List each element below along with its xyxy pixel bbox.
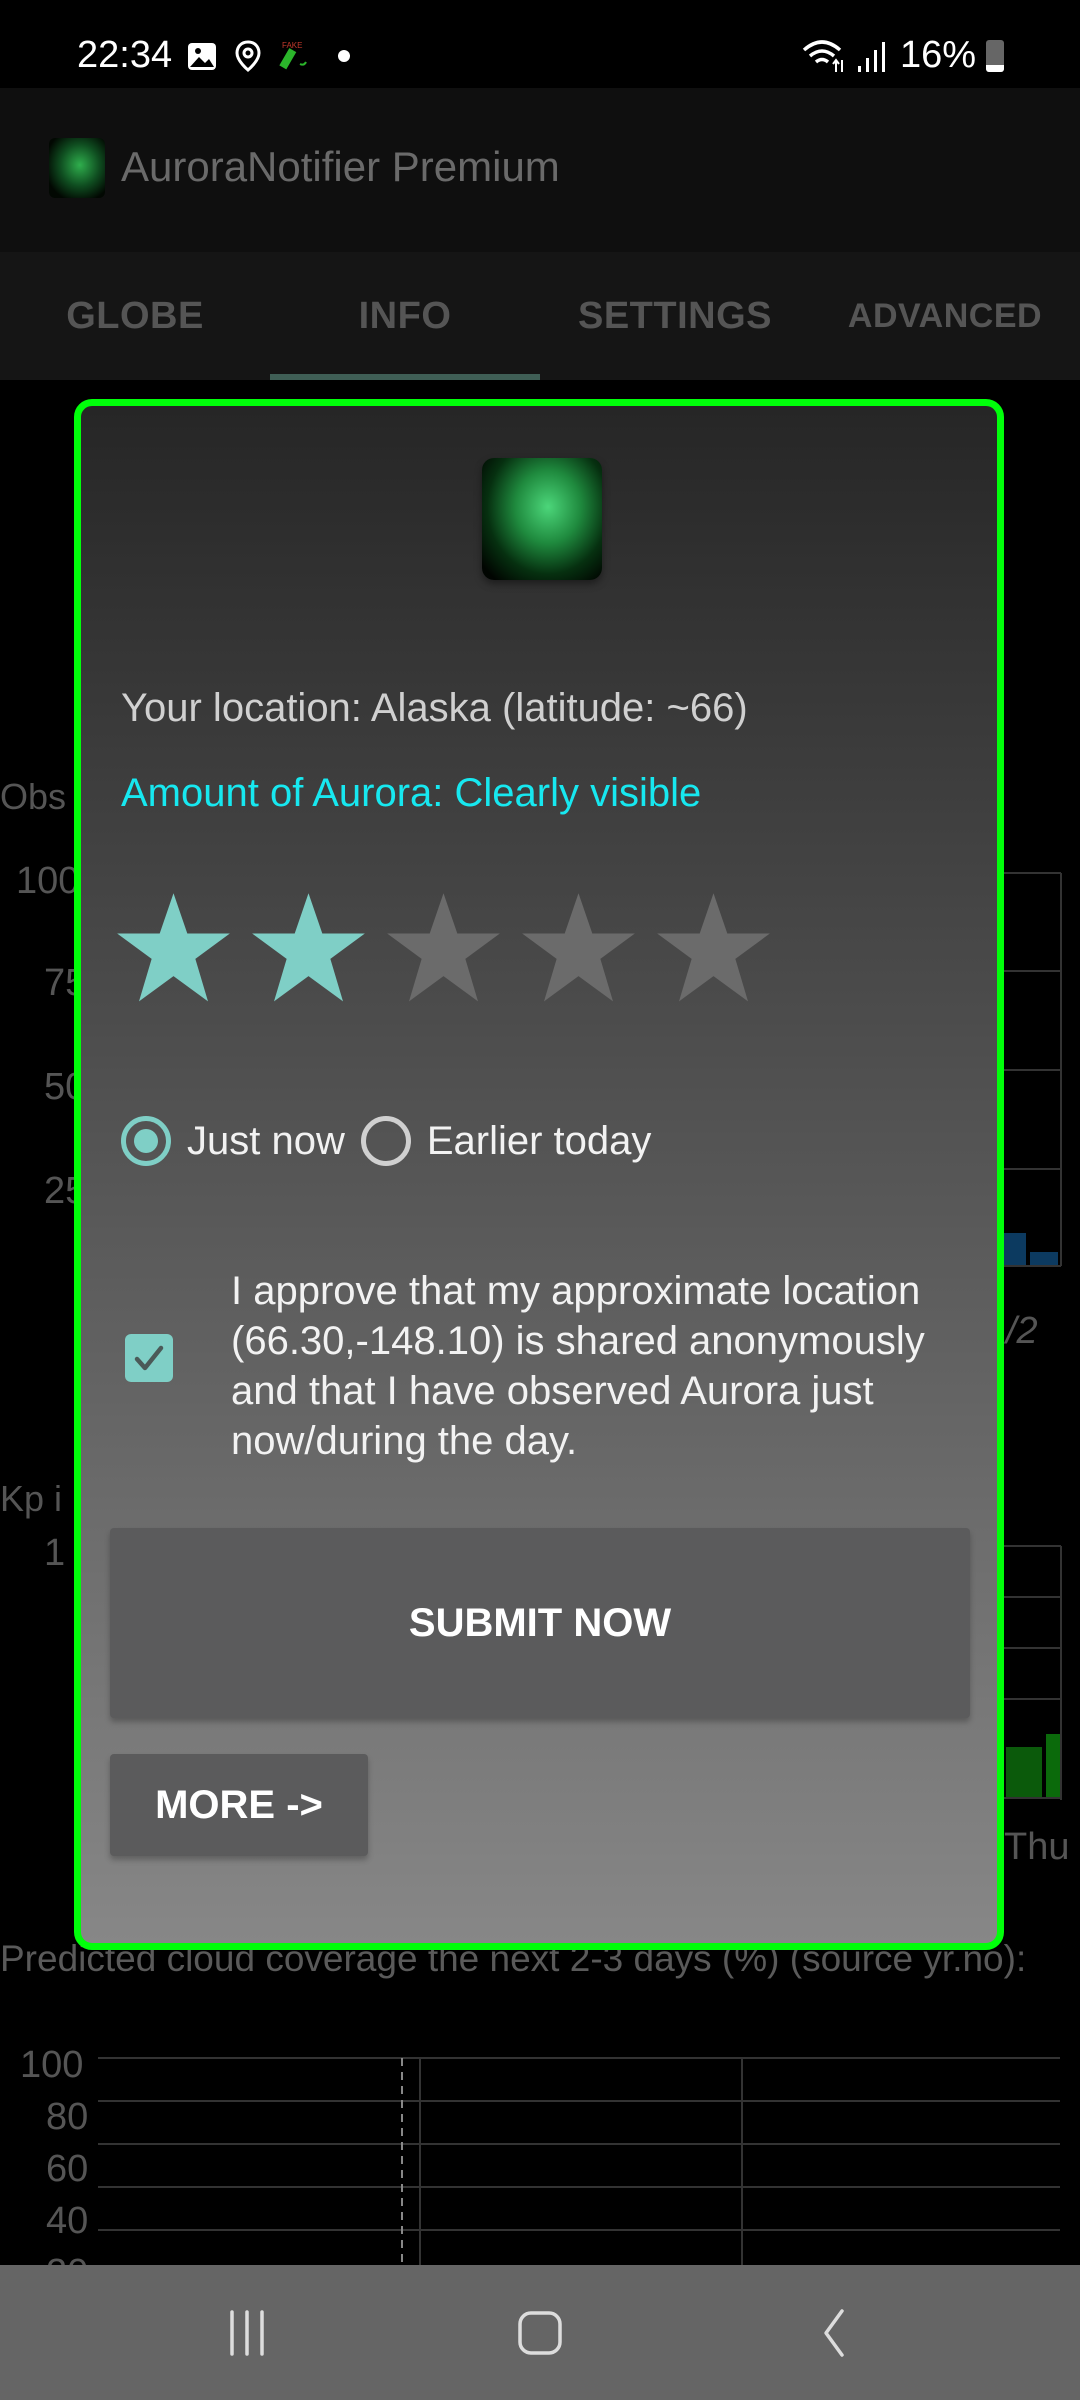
cloud-tick: 40 bbox=[46, 2200, 89, 2242]
star-empty-icon[interactable] bbox=[521, 891, 636, 1006]
checkmark-icon bbox=[134, 1345, 164, 1371]
status-time: 22:34 bbox=[77, 34, 173, 76]
star-filled-icon[interactable] bbox=[251, 891, 366, 1006]
kp-chart-title-fragment: Kp i bbox=[0, 1478, 63, 1519]
radio-earlier-today-label[interactable]: Earlier today bbox=[427, 1119, 652, 1164]
wifi-icon bbox=[802, 39, 843, 72]
cloud-tick: 60 bbox=[46, 2148, 89, 2190]
home-icon bbox=[518, 2310, 562, 2355]
cloud-chart bbox=[98, 2057, 1060, 2265]
submit-now-button[interactable]: SUBMIT NOW bbox=[110, 1528, 970, 1718]
app-bar: AuroraNotifier Premium bbox=[0, 88, 1080, 252]
app-logo-icon bbox=[49, 138, 105, 198]
obs-bar bbox=[1004, 1233, 1026, 1265]
notification-dot bbox=[338, 50, 350, 62]
fake-gps-satellite-icon: FAKE bbox=[279, 41, 307, 70]
status-bar: 22:34 FAKE 16% bbox=[0, 0, 1080, 88]
tab-settings[interactable]: SETTINGS bbox=[540, 252, 810, 380]
tab-globe[interactable]: GLOBE bbox=[0, 252, 270, 380]
cloud-tick: 80 bbox=[46, 2096, 89, 2138]
aurora-rating-bar[interactable] bbox=[116, 891, 771, 1006]
kp-day-fragment: Thu bbox=[1004, 1826, 1070, 1868]
kp-bar bbox=[1046, 1734, 1060, 1797]
battery-icon bbox=[986, 39, 1004, 72]
kp-chart-fragment bbox=[1004, 1545, 1062, 1800]
observation-time-radio-group: Just now Earlier today bbox=[121, 1116, 667, 1166]
gallery-icon bbox=[188, 43, 216, 70]
radio-just-now-label[interactable]: Just now bbox=[187, 1119, 345, 1164]
tab-info[interactable]: INFO bbox=[270, 252, 540, 380]
radio-just-now[interactable] bbox=[121, 1116, 171, 1166]
back-icon bbox=[824, 2308, 845, 2357]
consent-checkbox[interactable] bbox=[125, 1334, 173, 1382]
location-text: Your location: Alaska (latitude: ~66) bbox=[121, 686, 748, 730]
aurora-amount-text: Amount of Aurora: Clearly visible bbox=[121, 771, 702, 815]
tab-bar: GLOBE INFO SETTINGS ADVANCED bbox=[0, 252, 1080, 380]
back-button[interactable] bbox=[783, 2293, 883, 2373]
svg-text:FAKE: FAKE bbox=[282, 41, 302, 50]
system-nav-bar bbox=[0, 2265, 1080, 2400]
aurora-image-icon bbox=[482, 458, 602, 580]
star-filled-icon[interactable] bbox=[116, 891, 231, 1006]
kp-bar bbox=[1006, 1747, 1042, 1797]
cloud-tick: 100 bbox=[20, 2044, 84, 2086]
recent-apps-icon bbox=[229, 2309, 264, 2356]
obs-date-fragment: /2 bbox=[1006, 1310, 1038, 1352]
obs-tick: 100 bbox=[16, 860, 80, 902]
obs-bar bbox=[1030, 1252, 1058, 1265]
location-pin-icon bbox=[235, 40, 261, 72]
recent-apps-button[interactable] bbox=[197, 2293, 297, 2373]
radio-earlier-today[interactable] bbox=[360, 1116, 411, 1166]
status-icons-right: 16% bbox=[802, 34, 1004, 77]
signal-icon bbox=[857, 41, 885, 72]
app-title: AuroraNotifier Premium bbox=[121, 143, 560, 190]
kp-tick: 1 bbox=[44, 1532, 66, 1574]
star-empty-icon[interactable] bbox=[656, 891, 771, 1006]
obs-chart-title-fragment: Obs bbox=[0, 776, 67, 817]
tab-advanced[interactable]: ADVANCED bbox=[810, 252, 1080, 380]
status-icons-left: FAKE bbox=[186, 40, 350, 72]
consent-text: I approve that my approximate location (… bbox=[231, 1269, 925, 1463]
home-button[interactable] bbox=[490, 2293, 590, 2373]
star-empty-icon[interactable] bbox=[386, 891, 501, 1006]
obs-chart-fragment bbox=[1004, 872, 1062, 1267]
aurora-report-dialog: Your location: Alaska (latitude: ~66) Am… bbox=[74, 399, 1004, 1950]
battery-percent: 16% bbox=[899, 34, 976, 76]
more-button[interactable]: MORE -> bbox=[110, 1754, 368, 1856]
